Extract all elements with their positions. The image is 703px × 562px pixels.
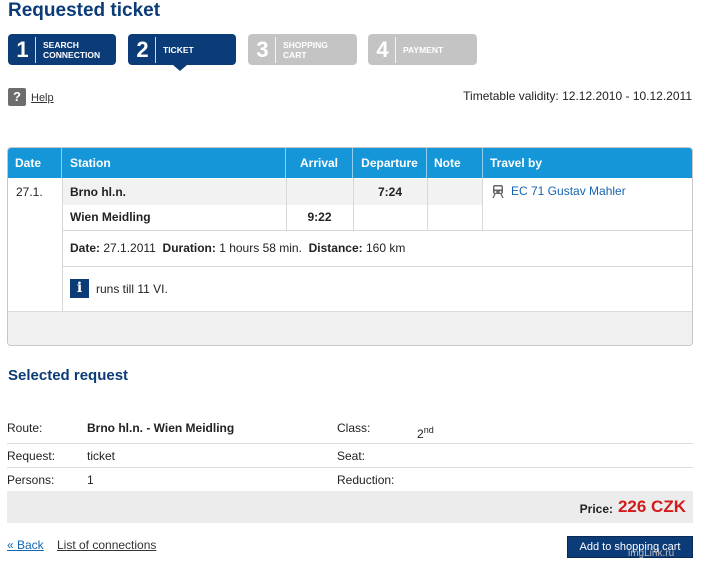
step-label: TICKET [163, 44, 194, 55]
summary-date: 27.1.2011 [103, 241, 156, 255]
train-icon [492, 185, 504, 198]
col-header-departure: Departure [353, 148, 427, 178]
help-link[interactable]: Help [31, 92, 54, 104]
timetable-footer [8, 311, 692, 345]
route-label: Route: [7, 421, 43, 435]
col-header-station: Station [62, 148, 286, 178]
col-header-travel-by: Travel by [490, 156, 543, 170]
step-label: SEARCH CONNECTION [43, 39, 101, 60]
persons-label: Persons: [7, 473, 55, 487]
timetable-validity: Timetable validity: 12.12.2010 - 10.12.2… [463, 89, 692, 103]
step-number: 3 [250, 36, 276, 63]
summary-distance-label: Distance: [308, 241, 363, 255]
station-name: Wien Meidling [70, 210, 151, 224]
page-title: Requested ticket [8, 0, 161, 21]
class-number: 2 [417, 427, 424, 441]
persons-value: 1 [87, 473, 94, 487]
trip-date: 27.1. [16, 185, 43, 199]
request-label: Request: [7, 449, 56, 463]
trip-summary: Date: 27.1.2011 Duration: 1 hours 58 min… [70, 241, 405, 255]
request-value: ticket [87, 449, 116, 463]
col-header-arrival: Arrival [286, 148, 353, 178]
reduction-label: Reduction: [337, 473, 395, 487]
step-number: 2 [130, 36, 156, 63]
train-note: runs till 11 VI. [96, 282, 168, 296]
arrival-time: 9:22 [307, 210, 332, 224]
watermark: imgLink.ru [628, 548, 675, 559]
divider [7, 443, 693, 444]
price-value: 226 CZK [617, 497, 686, 516]
step-label: PAYMENT [403, 44, 444, 55]
station-name: Brno hl.n. [70, 185, 126, 199]
summary-duration-label: Duration: [162, 241, 216, 255]
summary-date-label: Date: [70, 241, 101, 255]
info-icon: i [70, 279, 89, 298]
divider [427, 178, 428, 230]
section-title: Selected request [8, 367, 129, 384]
summary-duration: 1 hours 58 min. [219, 241, 302, 255]
divider [62, 178, 63, 312]
list-of-connections-link[interactable]: List of connections [57, 538, 156, 552]
back-link[interactable]: « Back [7, 538, 44, 552]
step-label: SHOPPING CART [283, 39, 328, 60]
active-step-pointer-icon [173, 65, 187, 71]
train-link[interactable]: EC 71 Gustav Mahler [511, 184, 626, 198]
timetable-header: Date Station Arrival Departure Note Trav… [8, 148, 692, 178]
step-number: 4 [370, 36, 396, 63]
timetable: Date Station Arrival Departure Note Trav… [7, 147, 693, 346]
divider [482, 178, 483, 230]
step-number: 1 [10, 36, 36, 63]
step-ticket[interactable]: 2 TICKET [128, 34, 236, 65]
class-suffix: nd [423, 425, 434, 435]
route-value: Brno hl.n. - Wien Meidling [87, 421, 235, 435]
price-label: Price: [579, 502, 613, 516]
divider [62, 266, 692, 267]
step-search-connection[interactable]: 1 SEARCH CONNECTION [8, 34, 116, 65]
col-header-note: Note [427, 148, 483, 178]
step-payment: 4 PAYMENT [368, 34, 477, 65]
divider [7, 467, 693, 468]
seat-label: Seat: [337, 449, 366, 463]
class-value: 2nd [417, 425, 434, 441]
help-icon[interactable]: ? [8, 88, 26, 106]
col-header-date: Date [8, 148, 62, 178]
class-label: Class: [337, 421, 371, 435]
departure-time: 7:24 [377, 185, 403, 199]
price-row: Price: 226 CZK [7, 491, 693, 523]
divider [62, 230, 692, 231]
step-shopping-cart: 3 SHOPPING CART [248, 34, 357, 65]
summary-distance: 160 km [365, 241, 406, 255]
